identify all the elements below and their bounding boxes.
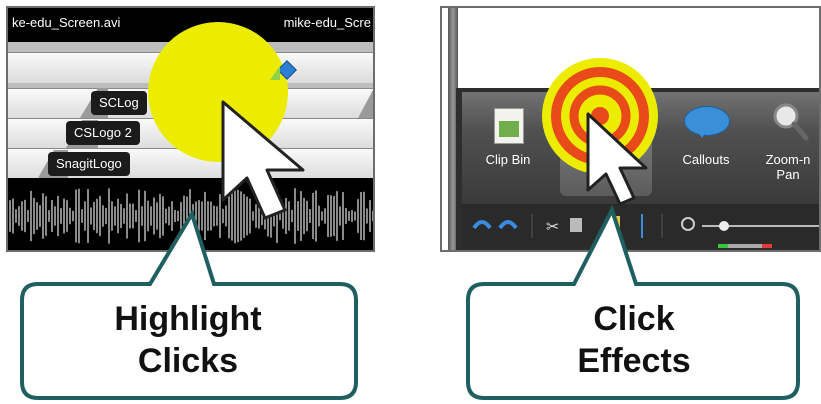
- callout-left-line1: Highlight: [114, 300, 262, 338]
- callout-right-line1: Click: [593, 300, 675, 338]
- callout-right-line2: Effects: [577, 342, 691, 380]
- callout-left-text: Highlight Clicks: [58, 298, 318, 382]
- callout-right-text: Click Effects: [504, 298, 764, 382]
- callout-left-line2: Clicks: [137, 342, 239, 380]
